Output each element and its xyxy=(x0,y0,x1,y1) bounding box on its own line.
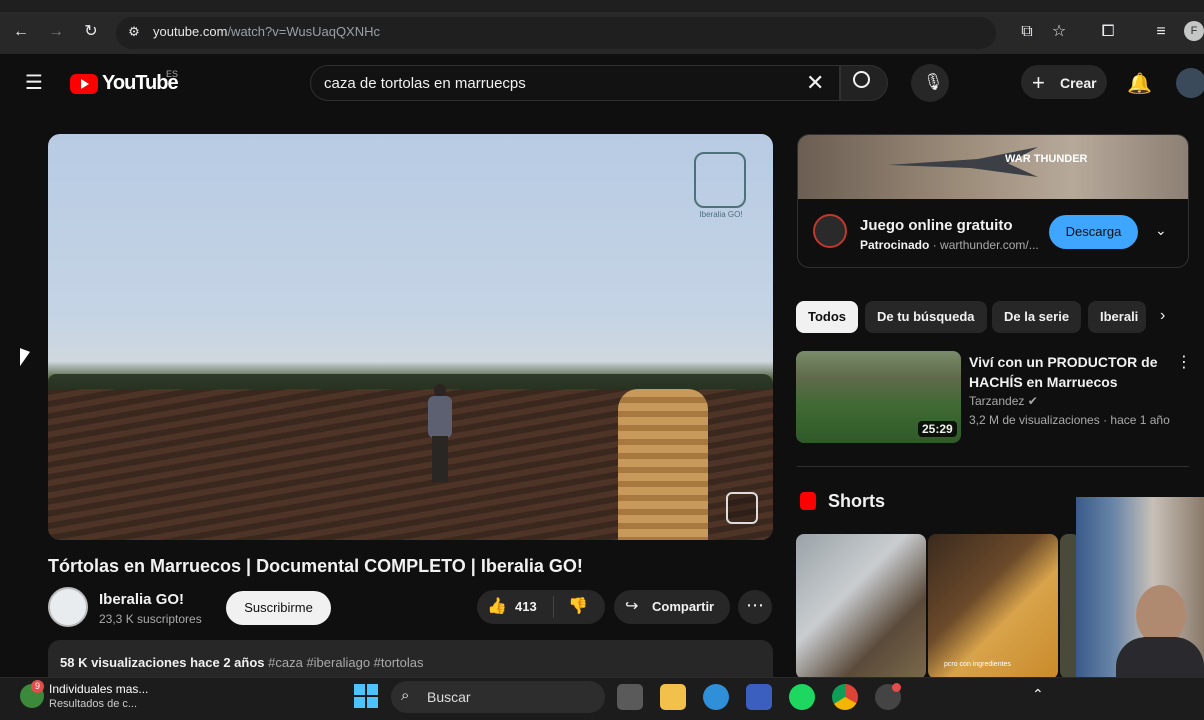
channel-name[interactable]: Iberalia GO! xyxy=(99,591,184,608)
branding-watermark-icon[interactable] xyxy=(726,492,758,524)
short-thumbnail[interactable] xyxy=(928,534,1058,679)
media-controls-icon[interactable]: ≡ xyxy=(1150,21,1172,43)
mouse-cursor-icon xyxy=(20,348,30,370)
url-text: youtube.com/watch?v=WusUaqQXNHc xyxy=(153,24,381,39)
plus-icon: + xyxy=(1032,70,1045,95)
short-thumbnail[interactable] xyxy=(796,534,926,679)
edge-browser-icon[interactable] xyxy=(703,684,729,710)
hashtags[interactable]: #caza #iberaliago #tortolas xyxy=(268,655,423,670)
task-view-icon[interactable] xyxy=(617,684,643,710)
app-alert-dot xyxy=(892,683,901,692)
extensions-icon[interactable]: ⧠ xyxy=(1097,21,1119,43)
video-player[interactable]: Iberalia GO! xyxy=(48,134,773,540)
ad-sponsor-line: Patrocinado · warthunder.com/... xyxy=(860,238,1039,252)
channel-watermark-text: Iberalia GO! xyxy=(699,210,743,219)
recommendation-channel[interactable]: Tarzandez ✔ xyxy=(969,394,1038,408)
country-code: ES xyxy=(166,69,179,79)
recommendation-meta: 3,2 M de visualizaciones · hace 1 año xyxy=(969,413,1170,427)
profile-avatar[interactable]: F xyxy=(1184,21,1204,41)
more-actions-button[interactable]: ⋯ xyxy=(738,590,772,624)
chevron-up-icon[interactable]: ⌃ xyxy=(1032,686,1044,703)
like-divider xyxy=(553,596,554,618)
description-summary: 58 K visualizaciones hace 2 años #caza #… xyxy=(60,655,424,670)
verified-badge-icon: ✔ xyxy=(1027,394,1038,408)
site-settings-icon[interactable]: ⚙ xyxy=(123,21,145,43)
chip-de-la-serie[interactable]: De la serie xyxy=(992,301,1082,333)
menu-icon[interactable]: ☰ xyxy=(25,70,43,95)
youtube-play-icon xyxy=(70,73,98,94)
channel-avatar[interactable] xyxy=(48,587,88,627)
webcam-overlay xyxy=(1076,497,1204,687)
chip-todos[interactable]: Todos xyxy=(796,301,859,333)
chevron-right-icon[interactable]: › xyxy=(1160,307,1165,325)
channel-subscribers: 23,3 K suscriptores xyxy=(99,612,202,626)
tab-strip xyxy=(0,0,1204,12)
share-arrow-icon: ↪ xyxy=(625,598,639,615)
notification-subtitle: Resultados de c... xyxy=(49,698,138,710)
search-icon: ⌕ xyxy=(401,687,410,704)
chevron-down-icon[interactable]: ⌄ xyxy=(1155,222,1167,239)
ad-download-button[interactable]: Descarga xyxy=(1049,215,1138,249)
shorts-icon xyxy=(800,492,816,510)
back-arrow-icon[interactable]: ← xyxy=(10,21,32,43)
notification-badge: 9 xyxy=(31,680,44,693)
ad-banner-text: WAR THUNDER xyxy=(1005,153,1088,165)
youtube-logo[interactable]: YouTube xyxy=(70,72,179,95)
forward-arrow-icon[interactable]: → xyxy=(45,21,67,43)
clear-search-icon[interactable]: ✕ xyxy=(806,70,824,96)
search-icon xyxy=(853,71,870,88)
ad-advertiser-logo[interactable] xyxy=(813,214,847,248)
taskbar-search[interactable] xyxy=(391,681,605,713)
reload-icon[interactable]: ↻ xyxy=(80,21,102,43)
dislike-icon[interactable]: 👎 xyxy=(568,596,588,616)
video-frame-haystack xyxy=(618,389,708,540)
chip-iberalia[interactable]: Iberali xyxy=(1088,301,1146,333)
search-input[interactable]: caza de tortolas en marruecps xyxy=(324,75,526,92)
ad-title[interactable]: Juego online gratuito xyxy=(860,217,1013,234)
install-app-icon[interactable]: ⧉ xyxy=(1016,21,1038,43)
ad-banner-image[interactable]: WAR THUNDER xyxy=(798,135,1188,199)
video-title: Tórtolas en Marruecos | Documental COMPL… xyxy=(48,556,583,576)
share-label: Compartir xyxy=(652,599,715,614)
chrome-icon[interactable] xyxy=(832,684,858,710)
short-caption: pcro con ingredientes xyxy=(944,661,1011,668)
section-divider xyxy=(797,466,1189,467)
notifications-bell-icon[interactable]: 🔔 xyxy=(1127,71,1152,96)
windows-start-icon[interactable] xyxy=(354,684,378,708)
taskbar-search-label: Buscar xyxy=(427,689,471,705)
channel-watermark-logo xyxy=(694,152,746,208)
chip-de-tu-busqueda[interactable]: De tu búsqueda xyxy=(865,301,987,333)
shorts-heading: Shorts xyxy=(828,491,886,511)
subscribe-button[interactable]: Suscribirme xyxy=(226,591,331,625)
spotify-icon[interactable] xyxy=(789,684,815,710)
notification-title[interactable]: Individuales mas... xyxy=(49,682,148,696)
microphone-icon: 🎙 xyxy=(923,74,944,91)
kebab-menu-icon[interactable]: ⋮ xyxy=(1176,352,1192,372)
upload-age: hace 2 años xyxy=(190,655,265,670)
video-duration: 25:29 xyxy=(918,421,957,437)
recommendation-title[interactable]: Viví con un PRODUCTOR de HACHÍS en Marru… xyxy=(969,352,1159,392)
bookmark-star-icon[interactable]: ☆ xyxy=(1048,21,1070,43)
store-icon[interactable] xyxy=(746,684,772,710)
view-count: 58 K visualizaciones xyxy=(60,655,187,670)
like-icon[interactable]: 👍 xyxy=(487,596,507,616)
account-avatar[interactable] xyxy=(1176,68,1204,98)
file-explorer-icon[interactable] xyxy=(660,684,686,710)
like-count: 413 xyxy=(515,599,537,614)
video-frame-person xyxy=(426,384,454,484)
create-label: Crear xyxy=(1060,75,1097,91)
